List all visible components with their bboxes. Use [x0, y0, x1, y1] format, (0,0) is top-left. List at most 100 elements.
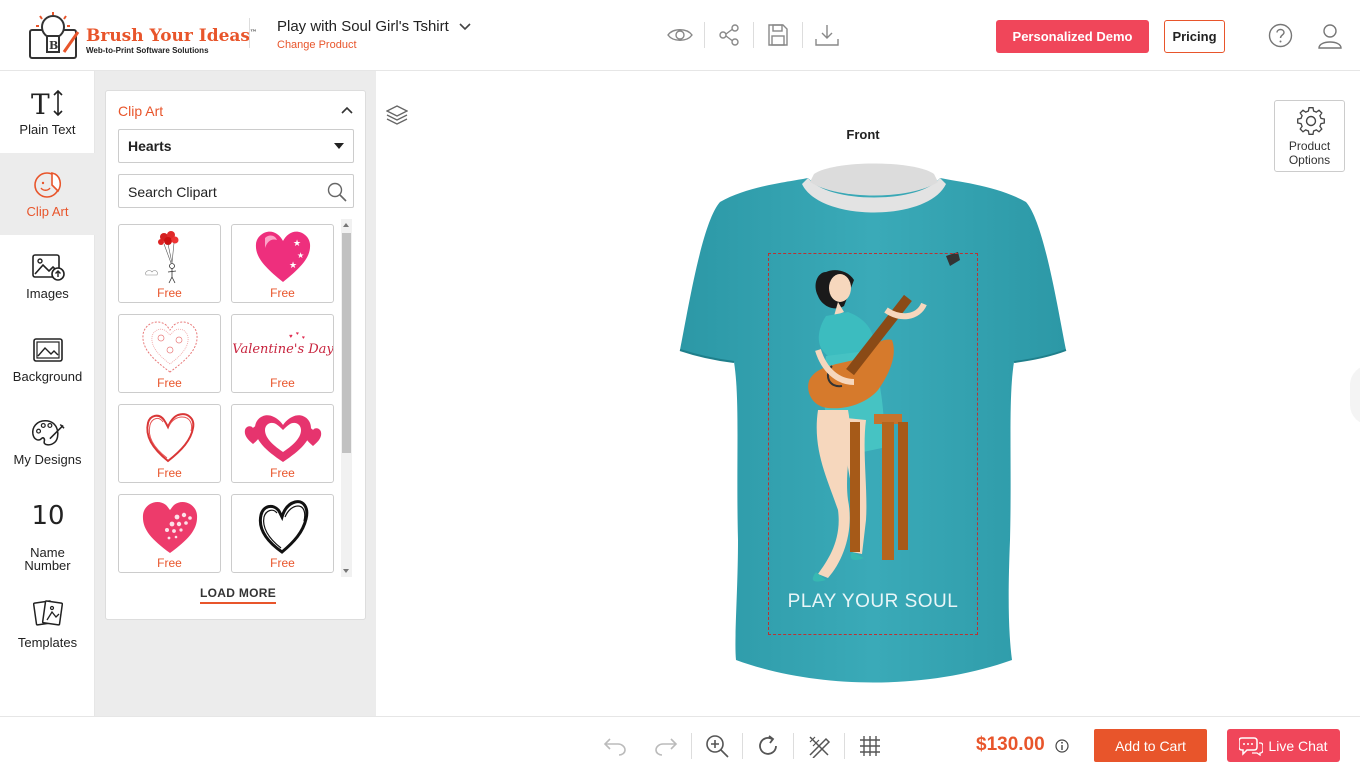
- divider: [249, 18, 250, 48]
- svg-text:★: ★: [289, 260, 297, 270]
- sidebar-item-background[interactable]: Background: [0, 318, 95, 400]
- sidebar-item-name-number[interactable]: 10 Name Number: [0, 484, 95, 572]
- save-button[interactable]: [762, 20, 794, 50]
- undo-button[interactable]: [600, 731, 630, 761]
- clipart-item[interactable]: Free: [231, 404, 334, 483]
- brand-logo[interactable]: B Brush Your Ideas™ Web-to-Print Softwar…: [28, 10, 257, 62]
- print-text[interactable]: PLAY YOUR SOUL: [768, 591, 978, 613]
- sidebar-item-label: Clip Art: [26, 204, 69, 219]
- redo-button[interactable]: [651, 731, 681, 761]
- price-label: Free: [270, 286, 295, 300]
- svg-text:T: T: [31, 88, 50, 118]
- brand-name: Brush Your Ideas: [86, 26, 251, 46]
- product-options-button[interactable]: Product Options: [1274, 100, 1345, 172]
- header-toolbar: [664, 20, 843, 50]
- divider: [753, 22, 754, 48]
- total-price: $130.00: [976, 734, 1045, 755]
- zoom-in-button[interactable]: [702, 731, 732, 761]
- user-icon[interactable]: [1318, 23, 1342, 49]
- panel-title: Clip Art: [118, 103, 164, 119]
- reset-button[interactable]: [753, 731, 783, 761]
- scroll-up-arrow-icon[interactable]: [343, 223, 349, 227]
- clipart-item[interactable]: Free: [118, 404, 221, 483]
- clipart-icon: [31, 169, 65, 201]
- templates-icon: [31, 597, 65, 629]
- category-select-value: Hearts: [128, 138, 172, 154]
- floral-heart-outline-art: [119, 317, 220, 375]
- grid-button[interactable]: [855, 731, 885, 761]
- chevron-up-icon[interactable]: [340, 103, 354, 117]
- price-label: Free: [157, 556, 182, 570]
- svg-text:B: B: [49, 39, 58, 52]
- valentines-art-text: Valentine's Day: [233, 342, 333, 357]
- download-button[interactable]: [811, 20, 843, 50]
- image-upload-icon: [31, 251, 65, 283]
- clipart-item[interactable]: ★ ★ ★ Free: [231, 224, 334, 303]
- double-pink-heart-art: [232, 407, 333, 465]
- sidebar-item-label: Name Number: [0, 546, 95, 572]
- svg-text:♥: ♥: [302, 335, 305, 341]
- category-select[interactable]: Hearts: [118, 129, 354, 163]
- background-icon: [31, 334, 65, 366]
- name-number-icon-text: 10: [31, 501, 65, 531]
- brand-trademark: ™: [250, 27, 258, 37]
- pricing-button[interactable]: Pricing: [1164, 20, 1225, 53]
- sidebar-item-my-designs[interactable]: My Designs: [0, 401, 95, 483]
- sidebar-item-label: Plain Text: [19, 122, 76, 137]
- sidebar-item-label: Images: [26, 286, 69, 301]
- sidebar-item-label: Templates: [17, 635, 78, 650]
- scrollbar-thumb[interactable]: [342, 233, 351, 453]
- canvas-tools: [600, 731, 885, 761]
- scroll-down-arrow-icon[interactable]: [343, 569, 349, 573]
- search-icon[interactable]: [327, 182, 347, 202]
- add-to-cart-button[interactable]: Add to Cart: [1094, 729, 1207, 762]
- clipart-search-input[interactable]: [128, 183, 318, 201]
- price-label: Free: [270, 466, 295, 480]
- name-number-icon: 10: [31, 500, 65, 532]
- clipart-item[interactable]: Free: [118, 494, 221, 573]
- clipart-grid: Free ★ ★ ★ Free Free Valentine's Day ♥ ♥…: [118, 224, 335, 574]
- download-icon: [815, 25, 839, 46]
- clipart-item[interactable]: Free: [118, 224, 221, 303]
- help-icon[interactable]: [1268, 23, 1293, 48]
- price-label: Free: [270, 556, 295, 570]
- load-more-button[interactable]: LOAD MORE: [200, 586, 277, 604]
- sidebar-item-clip-art[interactable]: Clip Art: [0, 153, 95, 235]
- share-icon: [719, 24, 739, 46]
- text-icon: T: [31, 87, 65, 119]
- price-label: Free: [157, 286, 182, 300]
- clipart-item[interactable]: Free: [118, 314, 221, 393]
- preview-button[interactable]: [664, 20, 696, 50]
- sidebar-item-images[interactable]: Images: [0, 235, 95, 317]
- preview-icon: [667, 29, 693, 41]
- sidebar-item-plain-text[interactable]: T Plain Text: [0, 71, 95, 153]
- edit-tools-button[interactable]: [804, 731, 834, 761]
- sketch-red-heart-art: [119, 407, 220, 465]
- save-icon: [768, 24, 788, 46]
- divider: [793, 733, 794, 759]
- live-chat-button[interactable]: Live Chat: [1227, 729, 1340, 762]
- reset-icon: [759, 735, 777, 755]
- gear-icon: [1297, 107, 1325, 135]
- svg-text:♥: ♥: [289, 334, 293, 340]
- product-title-dropdown[interactable]: Play with Soul Girl's Tshirt: [277, 18, 471, 35]
- sidebar-item-label: My Designs: [13, 452, 82, 467]
- sidebar-item-templates[interactable]: Templates: [0, 581, 95, 663]
- bulb-logo-icon: B: [29, 12, 80, 59]
- clipart-item[interactable]: Free: [231, 494, 334, 573]
- layers-icon[interactable]: [386, 104, 408, 126]
- zoom-in-icon: [706, 735, 729, 758]
- info-icon[interactable]: [1055, 739, 1069, 753]
- clipart-item[interactable]: Valentine's Day ♥ ♥ ♥ Free: [231, 314, 334, 393]
- svg-text:♥: ♥: [296, 331, 299, 337]
- change-product-link[interactable]: Change Product: [277, 39, 357, 51]
- chat-icon: [1239, 736, 1264, 756]
- svg-text:★: ★: [293, 238, 301, 248]
- print-area-boundary: [768, 253, 978, 635]
- product-options-label-line1: Product: [1288, 139, 1331, 153]
- clipart-scrollbar[interactable]: [341, 219, 352, 577]
- personalized-demo-button[interactable]: Personalized Demo: [996, 20, 1149, 53]
- share-button[interactable]: [713, 20, 745, 50]
- undo-icon: [603, 738, 626, 756]
- price-label: Free: [270, 376, 295, 390]
